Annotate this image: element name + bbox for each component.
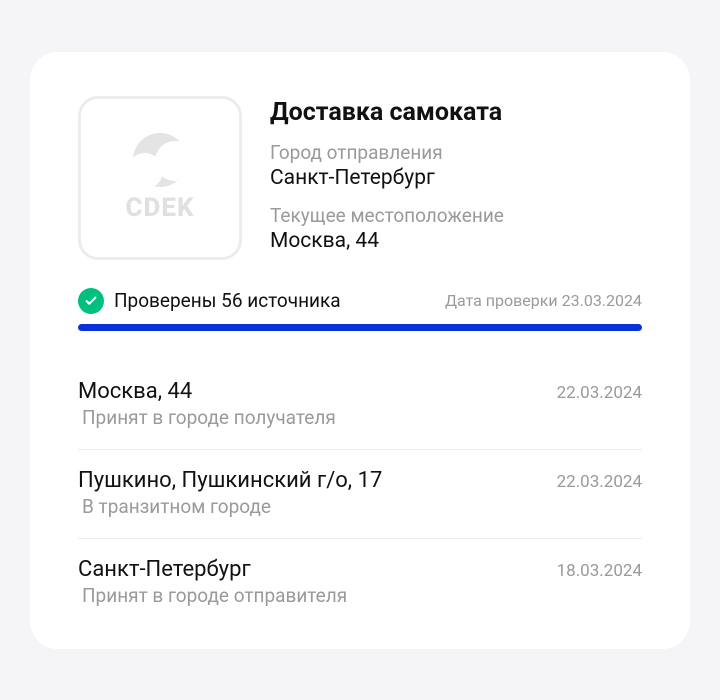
event-status: Принят в городе получателя [78, 406, 642, 429]
header-info: Доставка самоката Город отправления Санк… [270, 96, 504, 260]
event-date: 18.03.2024 [557, 561, 642, 581]
carrier-logo-box: CDEK [78, 96, 242, 260]
event-date: 22.03.2024 [557, 472, 642, 492]
event-location: Москва, 44 [78, 379, 192, 404]
origin-value: Санкт-Петербург [270, 166, 504, 190]
current-location-field: Текущее местоположение Москва, 44 [270, 204, 504, 253]
cdek-arrow-icon [133, 133, 187, 187]
event-list: Москва, 44 22.03.2024 Принят в городе по… [78, 361, 642, 613]
carrier-brand-text: CDEK [125, 193, 194, 223]
verification-date: Дата проверки 23.03.2024 [445, 291, 642, 310]
event-item: Пушкино, Пушкинский г/о, 17 22.03.2024 В… [78, 450, 642, 539]
event-location: Санкт-Петербург [78, 557, 251, 582]
event-item: Москва, 44 22.03.2024 Принят в городе по… [78, 361, 642, 450]
origin-label: Город отправления [270, 141, 504, 164]
check-icon [78, 288, 104, 314]
origin-field: Город отправления Санкт-Петербург [270, 141, 504, 190]
verification-status-row: Проверены 56 источника Дата проверки 23.… [78, 288, 642, 314]
event-status: Принят в городе отправителя [78, 584, 642, 607]
event-location: Пушкино, Пушкинский г/о, 17 [78, 468, 382, 493]
carrier-logo: CDEK [125, 133, 194, 223]
event-date: 22.03.2024 [557, 383, 642, 403]
event-item: Санкт-Петербург 18.03.2024 Принят в горо… [78, 539, 642, 613]
header: CDEK Доставка самоката Город отправления… [78, 96, 642, 260]
verification-status-left: Проверены 56 источника [78, 288, 341, 314]
shipment-title: Доставка самоката [270, 98, 504, 127]
event-status: В транзитном городе [78, 495, 642, 518]
progress-bar [78, 324, 642, 331]
verification-status-text: Проверены 56 источника [114, 289, 341, 312]
current-location-label: Текущее местоположение [270, 204, 504, 227]
tracking-card: CDEK Доставка самоката Город отправления… [30, 52, 690, 649]
current-location-value: Москва, 44 [270, 229, 504, 253]
